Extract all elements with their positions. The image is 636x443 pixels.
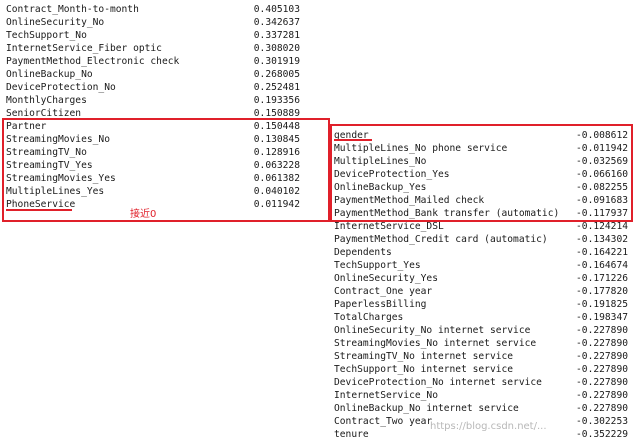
feature-name: OnlineSecurity_No internet service (334, 325, 531, 336)
feature-name: PaymentMethod_Credit card (automatic) (334, 234, 548, 245)
correlation-value: -0.227890 (576, 325, 628, 336)
correlation-value: -0.227890 (576, 403, 628, 414)
correlation-value: -0.227890 (576, 338, 628, 349)
watermark-text: https://blog.csdn.net/... (430, 421, 547, 432)
feature-name: TechSupport_Yes (334, 260, 421, 271)
correlation-value: 0.342637 (253, 17, 300, 28)
feature-name: OnlineBackup_No (6, 69, 93, 80)
correlation-value: -0.227890 (576, 364, 628, 375)
correlation-value: -0.227890 (576, 390, 628, 401)
feature-name: Contract_Two year (334, 416, 433, 427)
correlation-value: -0.302253 (576, 416, 628, 427)
feature-name: DeviceProtection_No internet service (334, 377, 542, 388)
feature-name: TechSupport_No (6, 30, 87, 41)
feature-name: TotalCharges (334, 312, 404, 323)
feature-name: DeviceProtection_No (6, 82, 116, 93)
feature-name: InternetService_No (334, 390, 438, 401)
feature-name: StreamingTV_No internet service (334, 351, 514, 362)
feature-name: StreamingMovies_No internet service (334, 338, 537, 349)
correlation-value: -0.164221 (576, 247, 628, 258)
correlation-value: -0.191825 (576, 299, 628, 310)
feature-name: PaymentMethod_Electronic check (6, 56, 180, 67)
correlation-value: -0.198347 (576, 312, 628, 323)
feature-name: OnlineSecurity_Yes (334, 273, 438, 284)
feature-name: OnlineSecurity_No (6, 17, 105, 28)
correlation-value: 0.268005 (253, 69, 300, 80)
correlation-value: 0.301919 (253, 56, 300, 67)
feature-name: InternetService_Fiber optic (6, 43, 162, 54)
highlight-box-positive (2, 118, 330, 222)
feature-name: tenure (334, 429, 369, 440)
feature-name: OnlineBackup_No internet service (334, 403, 519, 414)
correlation-value: -0.177820 (576, 286, 628, 297)
correlation-value: 0.337281 (253, 30, 300, 41)
feature-name: Dependents (334, 247, 392, 258)
correlation-value: 0.193356 (253, 95, 300, 106)
correlation-value: -0.352229 (576, 429, 628, 440)
annotation-near-zero: 接近0 (130, 209, 157, 220)
correlation-value: -0.134302 (576, 234, 628, 245)
underline-phoneservice (6, 209, 72, 211)
correlation-value: 0.252481 (253, 82, 300, 93)
feature-name: PaperlessBilling (334, 299, 427, 310)
correlation-value: -0.164674 (576, 260, 628, 271)
feature-name: Contract_One year (334, 286, 433, 297)
correlation-value: -0.227890 (576, 377, 628, 388)
correlation-value: -0.227890 (576, 351, 628, 362)
feature-name: Contract_Month-to-month (6, 4, 139, 15)
underline-gender (334, 139, 372, 141)
correlation-value: 0.308020 (253, 43, 300, 54)
feature-name: TechSupport_No internet service (334, 364, 514, 375)
feature-name: MonthlyCharges (6, 95, 87, 106)
highlight-box-negative (330, 124, 633, 222)
correlation-value: 0.405103 (253, 4, 300, 15)
correlation-value: -0.171226 (576, 273, 628, 284)
